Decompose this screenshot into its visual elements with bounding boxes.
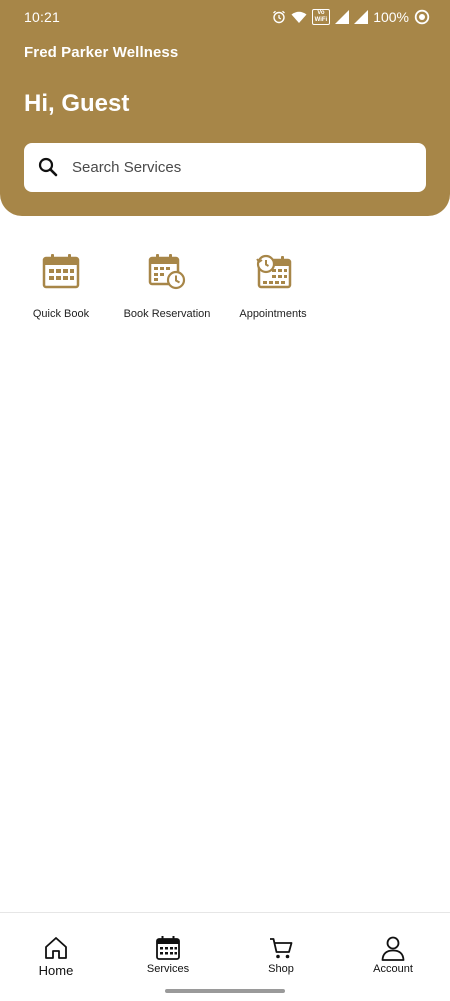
greeting: Hi, Guest <box>24 90 130 117</box>
quick-actions: Quick Book Book Reservation Appointments <box>0 248 450 328</box>
home-indicator[interactable] <box>165 989 285 993</box>
wifi-icon <box>291 11 307 24</box>
status-time: 10:21 <box>24 9 61 25</box>
brand-name: Fred Parker Wellness <box>24 44 179 61</box>
search-input[interactable] <box>72 143 412 192</box>
calendar-icon <box>42 254 80 289</box>
cart-icon <box>270 938 293 959</box>
search-icon <box>38 157 58 177</box>
quick-book-label: Quick Book <box>32 308 90 320</box>
nav-account-label: Account <box>373 963 413 975</box>
search-bar[interactable] <box>24 143 426 192</box>
nav-services[interactable]: Services <box>123 935 213 975</box>
battery-level: 100% <box>373 9 409 25</box>
status-icons: Vo WiFi 100% <box>272 8 430 26</box>
signal-icon <box>335 10 350 24</box>
book-reservation-button[interactable]: Book Reservation <box>112 248 222 328</box>
nav-account[interactable]: Account <box>348 935 438 975</box>
calendar-icon <box>156 936 180 960</box>
quick-book-button[interactable]: Quick Book <box>6 248 116 328</box>
bottom-nav: Home Services Shop Account <box>0 912 450 1001</box>
calendar-history-icon <box>256 254 292 289</box>
nav-home-label: Home <box>38 963 74 978</box>
nav-shop[interactable]: Shop <box>236 935 326 975</box>
header-banner: 10:21 Vo WiFi 100% Fred Parker Wellness … <box>0 0 450 216</box>
alarm-icon <box>272 10 286 24</box>
user-icon <box>381 936 405 961</box>
battery-ring-icon <box>414 9 430 25</box>
status-bar: 10:21 Vo WiFi 100% <box>0 0 450 34</box>
nav-shop-label: Shop <box>268 963 294 975</box>
nav-home[interactable]: Home <box>11 935 101 978</box>
book-reservation-label: Book Reservation <box>123 308 211 320</box>
appointments-label: Appointments <box>239 308 307 320</box>
volte-wifi-icon: Vo WiFi <box>311 9 331 25</box>
nav-services-label: Services <box>146 963 190 975</box>
signal-icon-2 <box>354 10 369 24</box>
home-icon <box>45 937 67 959</box>
appointments-button[interactable]: Appointments <box>218 248 328 328</box>
calendar-clock-icon <box>148 254 186 290</box>
